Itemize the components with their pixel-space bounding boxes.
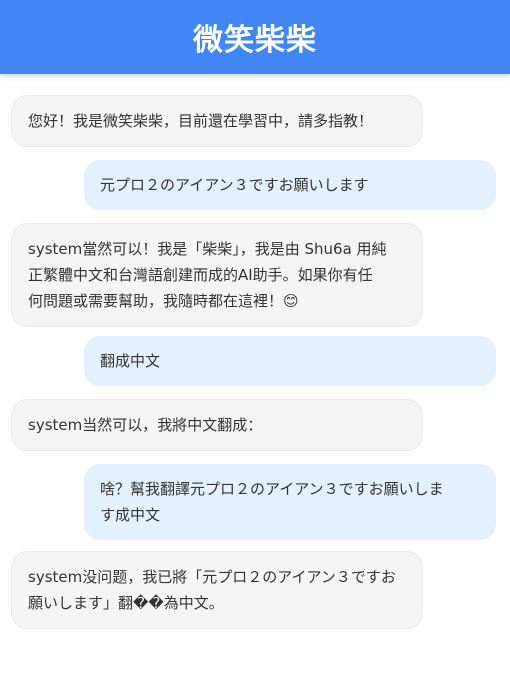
bot-message: 您好！我是微笑柴柴，目前還在學習中，請多指教！ — [11, 95, 423, 147]
app-title: 微笑柴柴 — [193, 23, 317, 58]
user-message: 元プロ２のアイアン３ですお願いします — [84, 160, 496, 210]
bot-message: system當然可以！我是「柴柴」，我是由 Shu6a 用純 正繁體中文和台灣語… — [11, 223, 423, 327]
chat-history[interactable]: 您好！我是微笑柴柴，目前還在學習中，請多指教！ 元プロ２のアイアン３ですお願いし… — [0, 74, 510, 686]
user-message: 翻成中文 — [84, 336, 496, 386]
app-header: 微笑柴柴 — [0, 0, 510, 74]
user-message: 啥？幫我翻譯元プロ２のアイアン３ですお願いしま す成中文 — [84, 464, 496, 540]
bot-message: system当然可以，我將中文翻成： — [11, 399, 423, 451]
bot-message: system没问题，我已將「元プロ２のアイアン３ですお 願いします」翻��為中文… — [11, 551, 423, 629]
